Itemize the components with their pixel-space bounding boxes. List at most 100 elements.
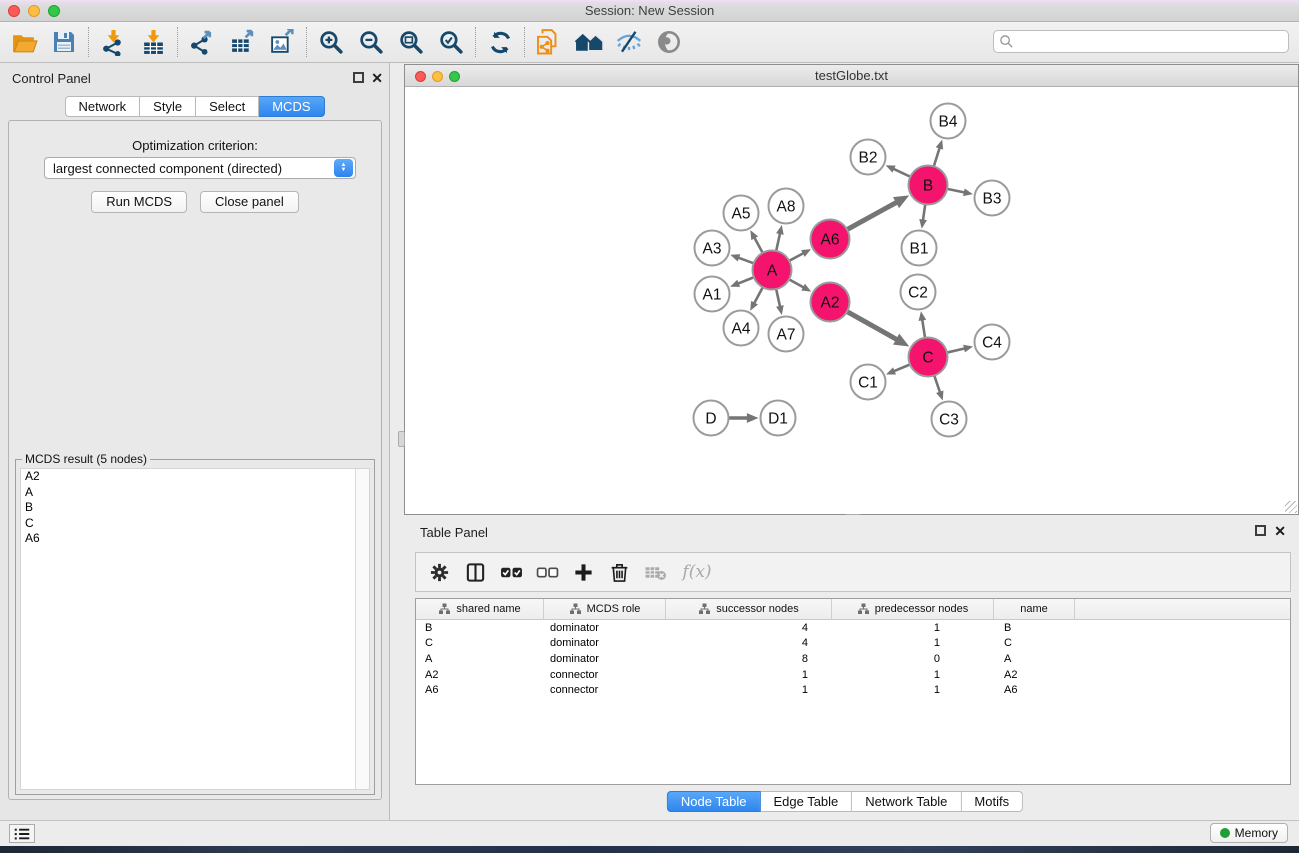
network-minimize-button[interactable] bbox=[432, 71, 443, 82]
graph-edge-C-C4[interactable] bbox=[947, 348, 965, 352]
table-row[interactable]: A6connector11A6 bbox=[416, 682, 1290, 698]
network-graph: B4B2BB3A8A5A6A3B1AC2A1A2A4A7C4CC1C3DD1 bbox=[405, 87, 1298, 515]
zoom-selected-icon[interactable] bbox=[431, 24, 471, 60]
graph-node-label: A4 bbox=[732, 321, 751, 338]
graph-node-label: A8 bbox=[777, 199, 796, 216]
column-header-MCDS-role[interactable]: MCDS role bbox=[544, 599, 666, 619]
delete-table-icon[interactable] bbox=[640, 557, 670, 587]
close-window-button[interactable] bbox=[8, 5, 20, 17]
deselect-all-icon[interactable] bbox=[532, 557, 562, 587]
hide-eye-icon[interactable] bbox=[609, 24, 649, 60]
mcds-result-item[interactable]: A bbox=[21, 485, 369, 501]
graph-edge-A-A5[interactable] bbox=[754, 237, 762, 253]
column-header-successor-nodes[interactable]: successor nodes bbox=[666, 599, 832, 619]
tab-mcds[interactable]: MCDS bbox=[259, 96, 324, 117]
graph-edge-A-A1[interactable] bbox=[738, 277, 754, 283]
window-resize-grip[interactable] bbox=[1285, 501, 1297, 513]
edge-arrowhead bbox=[919, 311, 927, 321]
select-stepper-icon: ▲▼ bbox=[334, 159, 353, 177]
home-network-icon[interactable] bbox=[569, 24, 609, 60]
tab-network[interactable]: Network bbox=[64, 96, 140, 117]
run-mcds-button[interactable]: Run MCDS bbox=[91, 191, 187, 213]
graph-edge-A-A8[interactable] bbox=[776, 233, 780, 251]
float-table-panel-icon[interactable] bbox=[1255, 525, 1266, 536]
add-icon[interactable] bbox=[568, 557, 598, 587]
table-row[interactable]: A2connector11A2 bbox=[416, 667, 1290, 683]
import-table-icon[interactable] bbox=[133, 24, 173, 60]
graph-edge-A6-B[interactable] bbox=[847, 202, 897, 229]
delete-icon[interactable] bbox=[604, 557, 634, 587]
column-header-name[interactable]: name bbox=[994, 599, 1075, 619]
tab-node-table[interactable]: Node Table bbox=[667, 791, 761, 812]
tab-select[interactable]: Select bbox=[196, 96, 259, 117]
export-network-icon[interactable] bbox=[182, 24, 222, 60]
save-session-icon[interactable] bbox=[44, 24, 84, 60]
close-panel-button[interactable]: Close panel bbox=[200, 191, 299, 213]
graph-edge-A-A3[interactable] bbox=[738, 258, 754, 264]
mcds-result-item[interactable]: A2 bbox=[21, 469, 369, 485]
tab-network-table[interactable]: Network Table bbox=[852, 791, 961, 812]
table-row[interactable]: Bdominator41B bbox=[416, 620, 1290, 636]
graph-node-label: A2 bbox=[821, 295, 840, 312]
table-cell: A bbox=[416, 653, 544, 665]
graph-edge-C-C1[interactable] bbox=[894, 365, 910, 372]
memory-button[interactable]: Memory bbox=[1210, 823, 1288, 843]
select-all-icon[interactable] bbox=[496, 557, 526, 587]
mcds-result-item[interactable]: A6 bbox=[21, 531, 369, 547]
eye-icon[interactable] bbox=[649, 24, 689, 60]
node-table-header: shared nameMCDS rolesuccessor nodesprede… bbox=[416, 599, 1290, 620]
tab-edge-table[interactable]: Edge Table bbox=[760, 791, 852, 812]
mcds-result-item[interactable]: C bbox=[21, 516, 369, 532]
columns-icon[interactable] bbox=[460, 557, 490, 587]
graph-node-label: C2 bbox=[908, 285, 928, 302]
column-header-predecessor-nodes[interactable]: predecessor nodes bbox=[832, 599, 994, 619]
network-canvas[interactable]: B4B2BB3A8A5A6A3B1AC2A1A2A4A7C4CC1C3DD1 bbox=[405, 87, 1298, 514]
status-bar: Memory bbox=[0, 820, 1299, 846]
graph-edge-B-B1[interactable] bbox=[923, 204, 925, 220]
search-input[interactable] bbox=[1014, 33, 1288, 51]
function-icon[interactable]: f(x) bbox=[676, 557, 718, 587]
graph-edge-A2-C[interactable] bbox=[847, 312, 897, 340]
mcds-list-scrollbar[interactable] bbox=[355, 469, 369, 789]
tab-style[interactable]: Style bbox=[140, 96, 196, 117]
graph-edge-B-B3[interactable] bbox=[947, 189, 965, 193]
minimize-window-button[interactable] bbox=[28, 5, 40, 17]
criterion-select[interactable]: largest connected component (directed) ▲… bbox=[44, 157, 356, 179]
table-row[interactable]: Adominator80A bbox=[416, 651, 1290, 667]
graph-node-label: A5 bbox=[732, 206, 751, 223]
zoom-in-icon[interactable] bbox=[311, 24, 351, 60]
graph-edge-B-B2[interactable] bbox=[893, 169, 910, 177]
panel-splitter-grip[interactable] bbox=[398, 431, 405, 447]
float-panel-icon[interactable] bbox=[353, 72, 364, 83]
table-cell: C bbox=[994, 637, 1075, 649]
close-panel-icon[interactable]: ✕ bbox=[371, 70, 383, 87]
graph-edge-A-A2[interactable] bbox=[789, 279, 804, 287]
open-folder-icon[interactable] bbox=[4, 24, 44, 60]
task-history-button[interactable] bbox=[9, 824, 35, 843]
graph-edge-B-B4[interactable] bbox=[934, 147, 940, 166]
close-table-panel-icon[interactable]: ✕ bbox=[1274, 523, 1286, 540]
graph-edge-A-A4[interactable] bbox=[754, 287, 763, 303]
zoom-window-button[interactable] bbox=[48, 5, 60, 17]
graph-edge-A-A6[interactable] bbox=[789, 253, 804, 261]
zoom-fit-icon[interactable] bbox=[391, 24, 431, 60]
network-zoom-button[interactable] bbox=[449, 71, 460, 82]
graph-node-label: A3 bbox=[703, 241, 722, 258]
tab-motifs[interactable]: Motifs bbox=[961, 791, 1023, 812]
graph-edge-C-C2[interactable] bbox=[922, 319, 925, 337]
graph-node-label: C4 bbox=[982, 335, 1002, 352]
table-cell: connector bbox=[544, 684, 666, 696]
copy-session-icon[interactable] bbox=[529, 24, 569, 60]
network-close-button[interactable] bbox=[415, 71, 426, 82]
gear-icon[interactable] bbox=[424, 557, 454, 587]
mcds-result-item[interactable]: B bbox=[21, 500, 369, 516]
export-image-icon[interactable] bbox=[262, 24, 302, 60]
zoom-out-icon[interactable] bbox=[351, 24, 391, 60]
graph-edge-C-C3[interactable] bbox=[934, 375, 940, 392]
refresh-icon[interactable] bbox=[480, 24, 520, 60]
graph-edge-A-A7[interactable] bbox=[776, 289, 780, 307]
export-table-icon[interactable] bbox=[222, 24, 262, 60]
column-header-shared-name[interactable]: shared name bbox=[416, 599, 544, 619]
table-row[interactable]: Cdominator41C bbox=[416, 636, 1290, 652]
import-network-icon[interactable] bbox=[93, 24, 133, 60]
